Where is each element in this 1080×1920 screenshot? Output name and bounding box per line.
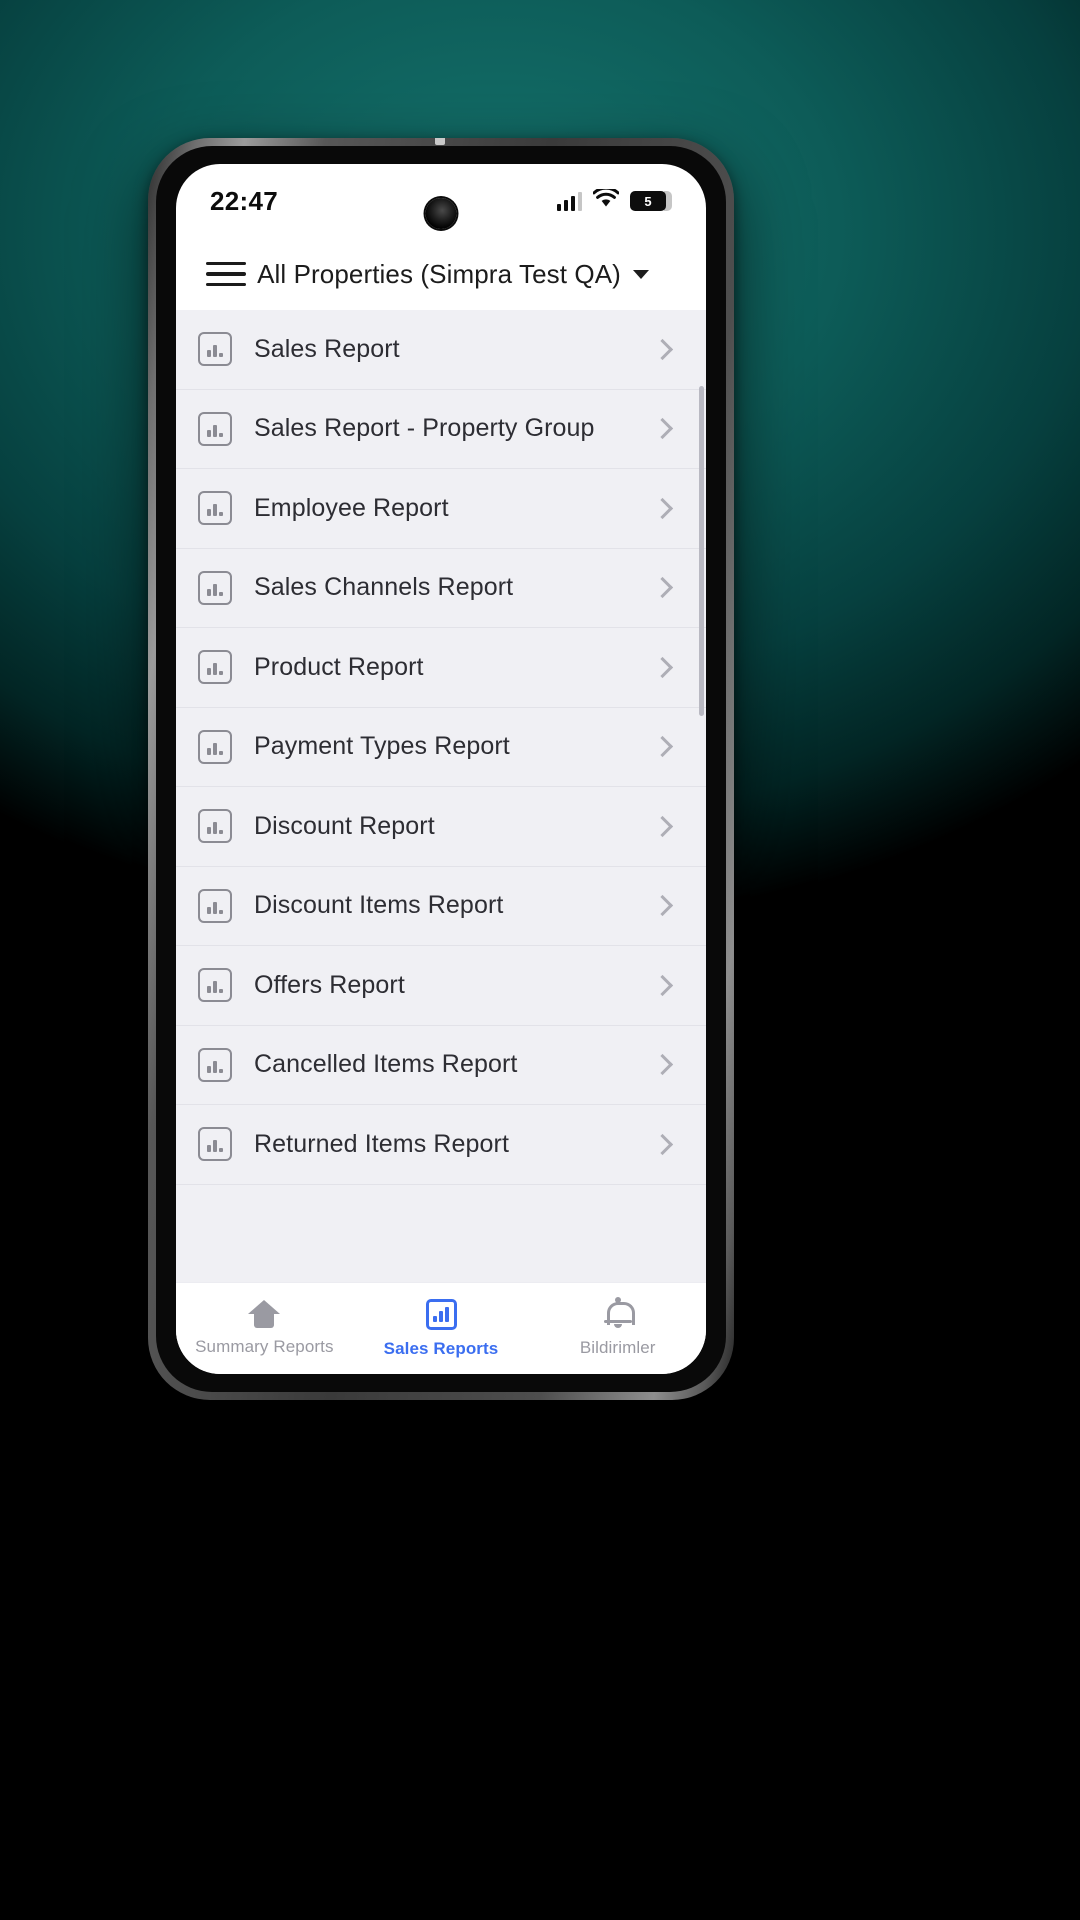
status-time: 22:47: [210, 185, 278, 216]
bar-chart-icon: [198, 411, 232, 446]
chevron-right-icon: [651, 974, 674, 996]
report-list-item[interactable]: Sales Report - Property Group: [176, 389, 706, 469]
bar-chart-icon: [198, 729, 232, 764]
report-list-item[interactable]: Discount Items Report: [176, 866, 706, 946]
nav-tab-summary-reports[interactable]: Summary Reports: [176, 1283, 353, 1374]
report-list-item-label: Returned Items Report: [254, 1129, 509, 1158]
phone-bezel: 22:47 5 All Properties (Simpra Test QA) …: [156, 146, 726, 1392]
bar-chart-icon: [198, 650, 232, 685]
bar-chart-icon: [198, 1047, 232, 1082]
bottom-navigation-bar: Summary Reports Sales Reports Bildirimler: [176, 1282, 706, 1374]
report-list-item[interactable]: Returned Items Report: [176, 1105, 706, 1185]
phone-screen: 22:47 5 All Properties (Simpra Test QA) …: [176, 164, 706, 1374]
nav-tab-label: Summary Reports: [195, 1337, 334, 1356]
report-list-item-label: Offers Report: [254, 970, 405, 999]
frame-seam: [435, 138, 445, 145]
chevron-right-icon: [651, 815, 674, 837]
bar-chart-icon: [198, 332, 232, 367]
nav-tab-sales-reports[interactable]: Sales Reports: [353, 1283, 530, 1374]
page-title: All Properties (Simpra Test QA): [257, 258, 621, 289]
battery-level: 5: [644, 193, 652, 209]
report-list-item[interactable]: Cancelled Items Report: [176, 1025, 706, 1105]
report-list-item-label: Sales Channels Report: [254, 573, 514, 602]
bar-chart-icon: [198, 888, 232, 923]
hamburger-menu-icon[interactable]: [206, 261, 246, 287]
report-list[interactable]: Sales Report Sales Report - Property Grou…: [176, 310, 706, 1282]
report-list-item-label: Sales Report - Property Group: [254, 414, 595, 443]
report-list-item[interactable]: Payment Types Report: [176, 707, 706, 787]
home-icon: [248, 1300, 280, 1328]
report-list-item[interactable]: Employee Report: [176, 469, 706, 549]
report-list-item[interactable]: Product Report: [176, 628, 706, 708]
bell-icon: [603, 1297, 635, 1329]
property-selector[interactable]: All Properties (Simpra Test QA): [246, 259, 660, 290]
nav-tab-bildirimler[interactable]: Bildirimler: [529, 1283, 706, 1374]
app-bar: All Properties (Simpra Test QA): [176, 238, 706, 310]
bar-chart-icon: [198, 491, 232, 526]
chevron-right-icon: [651, 1054, 674, 1076]
wifi-icon: [592, 186, 620, 213]
report-list-item[interactable]: Sales Channels Report: [176, 548, 706, 628]
nav-tab-label: Sales Reports: [383, 1338, 499, 1358]
report-list-item-label: Payment Types Report: [254, 732, 510, 761]
bar-chart-icon: [198, 570, 232, 605]
report-list-item-label: Sales Report: [254, 334, 400, 363]
chevron-right-icon: [651, 656, 674, 678]
report-list-item-label: Discount Items Report: [254, 891, 504, 920]
report-list-item-label: Employee Report: [254, 493, 449, 522]
report-list-item-label: Product Report: [254, 652, 424, 681]
bar-chart-icon: [198, 809, 232, 844]
battery-icon: 5: [630, 191, 672, 211]
report-list-item[interactable]: Offers Report: [176, 946, 706, 1026]
report-list-item[interactable]: Discount Report: [176, 787, 706, 867]
front-camera-punch-hole: [425, 198, 457, 229]
chevron-right-icon: [651, 1133, 674, 1155]
scrollbar[interactable]: [699, 386, 704, 716]
status-bar: 22:47 5: [176, 164, 706, 238]
report-list-item-label: Cancelled Items Report: [254, 1050, 518, 1079]
signal-bars-icon: [556, 191, 582, 211]
status-icons: 5: [556, 186, 672, 213]
phone-frame: 22:47 5 All Properties (Simpra Test QA) …: [148, 138, 734, 1400]
report-list-item-label: Discount Report: [254, 811, 435, 840]
chevron-right-icon: [651, 338, 674, 360]
chevron-right-icon: [651, 418, 674, 440]
chevron-right-icon: [651, 736, 674, 758]
chevron-right-icon: [651, 895, 674, 917]
chevron-right-icon: [651, 497, 674, 519]
report-list-item[interactable]: Sales Report: [176, 310, 706, 390]
bar-chart-icon: [198, 968, 232, 1003]
nav-tab-label: Bildirimler: [579, 1338, 656, 1357]
chevron-right-icon: [651, 577, 674, 599]
bar-chart-icon: [198, 1127, 232, 1162]
bar-chart-icon: [425, 1298, 457, 1330]
chevron-down-icon: [632, 269, 649, 279]
